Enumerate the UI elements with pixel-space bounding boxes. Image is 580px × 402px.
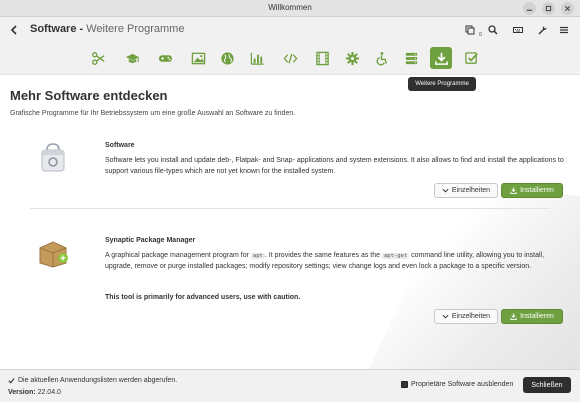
keyboard-button[interactable]: [509, 21, 526, 38]
image-icon: [191, 52, 205, 64]
version-value: 22.04.0: [37, 389, 61, 396]
install-button-label: Installieren: [520, 187, 554, 194]
settings-button[interactable]: [533, 21, 550, 38]
page-breadcrumb: Software - Weitere Programme: [30, 23, 184, 35]
minimize-icon: [526, 9, 533, 11]
wrench-icon: [538, 25, 547, 34]
page-title: Mehr Software entdecken: [10, 88, 168, 103]
category-graphics[interactable]: [187, 47, 209, 69]
menu-button[interactable]: [555, 21, 572, 38]
details-button-label: Einzelheiten: [451, 313, 491, 320]
hamburger-menu-icon: [559, 26, 568, 33]
download-icon: [510, 187, 517, 194]
bar-chart-icon: [250, 52, 264, 65]
software-details-button[interactable]: Einzelheiten: [434, 183, 498, 198]
synaptic-desc-part-2: . It provides the same features as the: [264, 252, 382, 259]
entry-description-synaptic: A graphical package management program f…: [105, 251, 565, 272]
maximize-icon: [545, 5, 552, 12]
copy-icon: [465, 25, 474, 34]
code-icon: [283, 53, 297, 63]
entry-title-synaptic: Synaptic Package Manager: [105, 237, 196, 244]
footer-bar: Die aktuellen Anwendungslisten werden ab…: [0, 369, 580, 402]
synaptic-app-icon: [39, 241, 68, 268]
apt-code: apt: [250, 253, 265, 259]
scissors-icon: [91, 51, 104, 65]
entry-description-software: Software lets you install and update deb…: [105, 157, 564, 175]
breadcrumb-subtitle: Weitere Programme: [86, 23, 185, 35]
globe-icon: [220, 51, 234, 65]
category-multimedia[interactable]: [311, 47, 333, 69]
keyboard-icon: [512, 26, 523, 33]
checkmark-icon: [8, 378, 15, 384]
close-icon: [564, 5, 571, 12]
close-button[interactable]: Schließen: [523, 377, 571, 393]
breadcrumb-separator: -: [76, 23, 87, 35]
close-window-button[interactable]: [561, 2, 574, 15]
breadcrumb-title: Software: [30, 23, 77, 35]
apt-get-code: apt-get: [381, 253, 410, 259]
window-title: Willkommen: [268, 3, 312, 12]
download-icon: [510, 313, 517, 320]
version-label: Version:: [8, 389, 36, 396]
category-internet[interactable]: [216, 47, 238, 69]
category-accessibility[interactable]: [370, 47, 392, 69]
window-titlebar: Willkommen: [0, 0, 580, 17]
hide-proprietary-label: Proprietäre Software ausblenden: [411, 381, 514, 388]
server-icon: [405, 52, 417, 64]
category-more-programs[interactable]: [430, 47, 452, 69]
main-content: Mehr Software entdecken Grafische Progra…: [0, 74, 580, 369]
entry-title-software: Software: [105, 142, 135, 149]
category-programming[interactable]: [279, 47, 301, 69]
gear-icon: [345, 51, 359, 65]
synaptic-install-button[interactable]: Installieren: [501, 309, 563, 324]
category-accessories[interactable]: [87, 47, 109, 69]
minimize-button[interactable]: [523, 2, 536, 15]
queue-count-badge: 0: [479, 32, 482, 38]
synaptic-desc-part-1: A graphical package management program f…: [105, 252, 251, 259]
page-description: Grafische Programme für Ihr Betriebssyst…: [10, 110, 296, 117]
software-app-icon: [41, 143, 65, 172]
accessibility-icon: [376, 51, 387, 65]
category-system[interactable]: [341, 47, 363, 69]
status-text: Die aktuellen Anwendungslisten werden ab…: [18, 377, 178, 384]
category-office[interactable]: [246, 47, 268, 69]
chevron-down-icon: [442, 314, 449, 319]
checkbox-box[interactable]: [401, 381, 408, 388]
category-servers[interactable]: [400, 47, 422, 69]
search-button[interactable]: [484, 21, 501, 38]
category-education[interactable]: [121, 47, 143, 69]
queue-button[interactable]: [461, 21, 478, 38]
version-info: Version: 22.04.0: [8, 389, 61, 396]
check-square-icon: [464, 51, 478, 64]
synaptic-warning: This tool is primarily for advanced user…: [105, 294, 301, 301]
category-tooltip: Weitere Programme: [408, 77, 476, 91]
category-bar: [0, 42, 580, 74]
synaptic-details-button[interactable]: Einzelheiten: [434, 309, 498, 324]
back-button[interactable]: [6, 22, 22, 38]
header-bar: Software - Weitere Programme: [0, 17, 580, 42]
download-icon: [434, 52, 448, 65]
details-button-label: Einzelheiten: [451, 187, 491, 194]
search-icon: [487, 24, 498, 35]
gamepad-icon: [158, 54, 172, 62]
maximize-button[interactable]: [542, 2, 555, 15]
chevron-left-icon: [10, 25, 17, 35]
install-button-label: Installieren: [520, 313, 554, 320]
film-icon: [315, 51, 329, 65]
software-install-button[interactable]: Installieren: [501, 183, 563, 198]
category-games[interactable]: [154, 47, 176, 69]
hide-proprietary-checkbox[interactable]: Proprietäre Software ausblenden: [401, 381, 513, 388]
chevron-down-icon: [442, 188, 449, 193]
status-message: Die aktuellen Anwendungslisten werden ab…: [8, 377, 177, 384]
category-installed[interactable]: [460, 47, 482, 69]
entry-divider: [30, 208, 550, 209]
graduation-cap-icon: [125, 53, 139, 63]
